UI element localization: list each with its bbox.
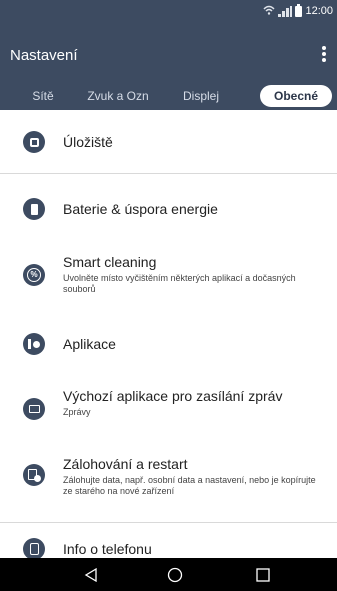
list-item-storage[interactable]: Úložiště (0, 110, 337, 174)
page-title: Nastavení (10, 47, 78, 64)
tab-bar: Sítě Zvuk a Ozn Displej Obecné (0, 80, 337, 110)
list-item-battery[interactable]: Baterie & úspora energie (0, 174, 337, 244)
app-header: 12:00 Nastavení Sítě Zvuk a Ozn Displej … (0, 0, 337, 110)
home-icon[interactable] (145, 558, 205, 591)
divider (0, 522, 337, 523)
storage-icon (23, 131, 45, 153)
more-vert-icon[interactable] (319, 44, 329, 64)
recents-icon[interactable] (233, 558, 293, 591)
list-item-phone-info[interactable]: Info o telefonu (0, 524, 337, 560)
smart-cleaning-icon: % (23, 264, 45, 286)
list-item-apps[interactable]: Aplikace (0, 314, 337, 374)
battery-icon (295, 3, 303, 17)
list-item-smart-cleaning[interactable]: % Smart cleaning Uvolněte místo vyčištěn… (0, 244, 337, 314)
list-item-title: Info o telefonu (63, 541, 152, 557)
status-icons: 12:00 (263, 3, 333, 19)
tab-site[interactable]: Sítě (22, 85, 64, 107)
signal-icon (278, 5, 293, 17)
apps-icon (23, 333, 45, 355)
status-bar: 12:00 (0, 0, 337, 22)
list-item-title: Zálohování a restart (63, 456, 188, 472)
list-item-title: Baterie & úspora energie (63, 201, 218, 217)
list-item-title: Výchozí aplikace pro zasílání zpráv (63, 388, 283, 404)
tab-displej[interactable]: Displej (176, 85, 226, 107)
list-item-backup[interactable]: Zálohování a restart Zálohujte data, nap… (0, 440, 337, 524)
tab-obecne[interactable]: Obecné (260, 85, 332, 107)
list-item-messaging[interactable]: Výchozí aplikace pro zasílání zpráv Zprá… (0, 374, 337, 440)
list-item-title: Úložiště (63, 134, 113, 150)
list-item-title: Aplikace (63, 336, 116, 352)
phone-info-icon (23, 538, 45, 560)
backup-icon (23, 464, 45, 486)
list-item-subtitle: Zálohujte data, např. osobní data a nast… (63, 475, 316, 496)
back-icon[interactable] (61, 558, 121, 591)
navigation-bar (0, 558, 337, 591)
message-icon (23, 398, 45, 420)
battery-saver-icon (23, 198, 45, 220)
wifi-icon (263, 5, 275, 17)
status-time: 12:00 (305, 5, 333, 17)
list-item-subtitle: Zprávy (63, 407, 91, 417)
tab-zvuk[interactable]: Zvuk a Ozn (86, 85, 150, 107)
list-item-title: Smart cleaning (63, 254, 157, 270)
list-item-subtitle: Uvolněte místo vyčištěním některých apli… (63, 273, 296, 294)
